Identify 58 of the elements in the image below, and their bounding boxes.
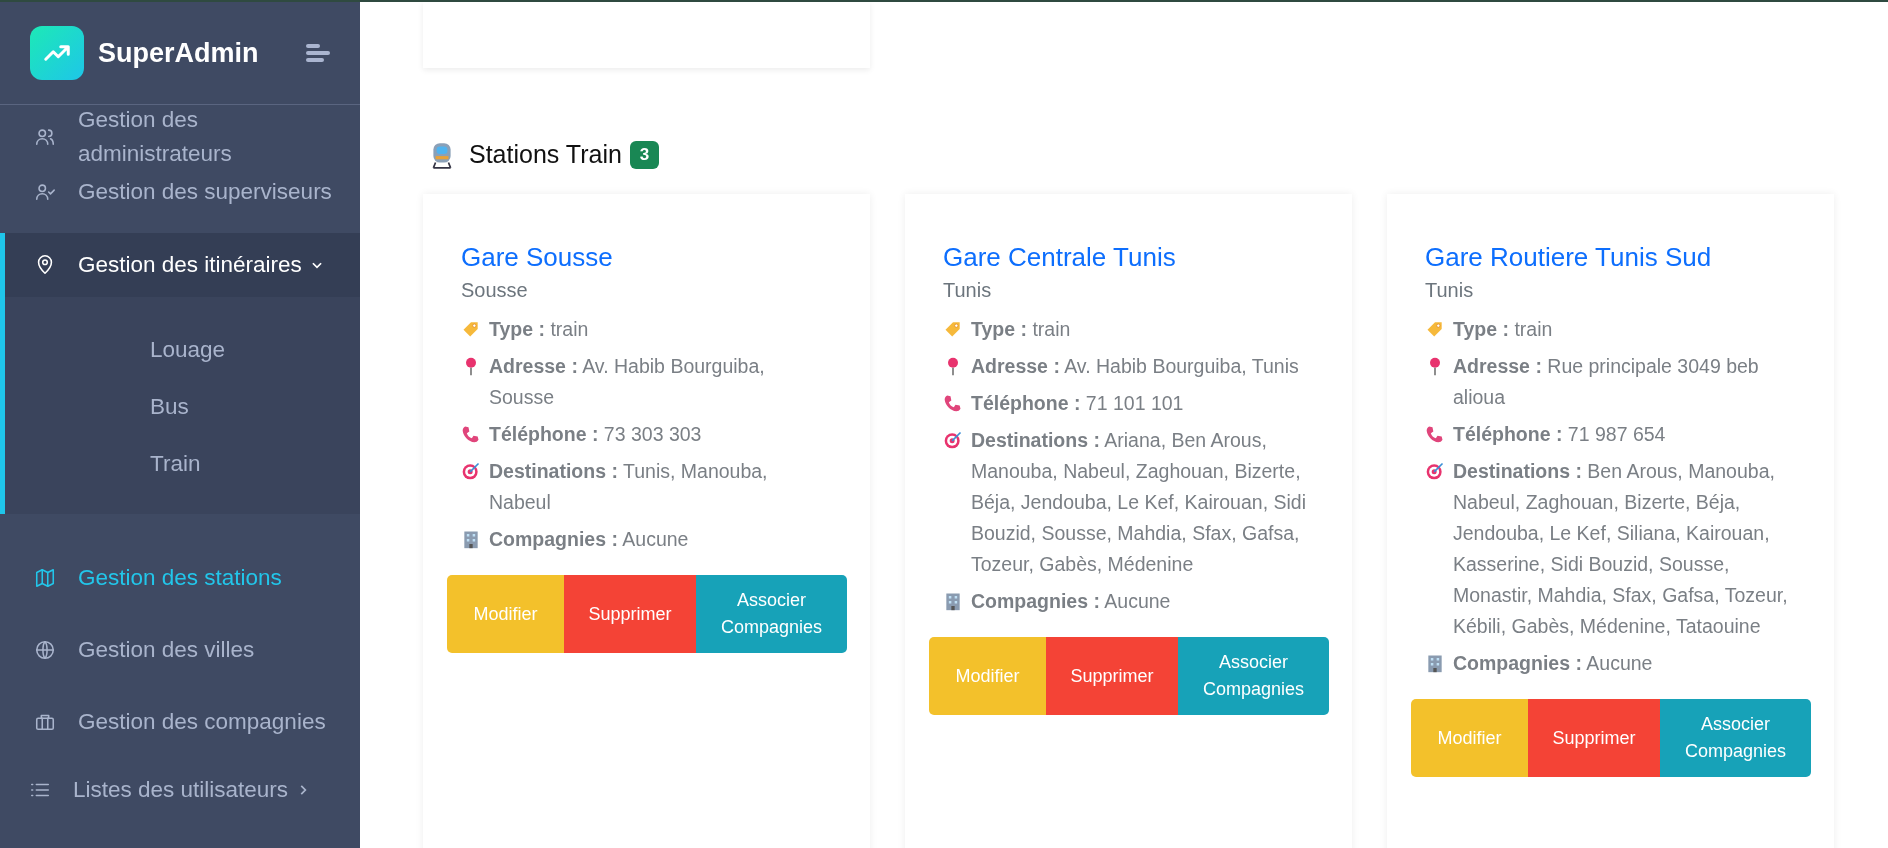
station-city: Tunis	[1425, 278, 1475, 303]
station-city: Sousse	[461, 278, 529, 303]
associate-button[interactable]: Associer Compagnies	[1177, 637, 1329, 715]
station-city: Tunis	[943, 278, 993, 303]
tag-icon	[461, 319, 481, 339]
users-icon	[34, 126, 56, 148]
station-name[interactable]: Gare Centrale Tunis	[943, 240, 1176, 274]
station-detail: Téléphone : 73 303 303	[489, 422, 703, 447]
menu-icon[interactable]	[306, 43, 332, 63]
delete-button[interactable]: Supprimer	[1528, 699, 1660, 777]
station-detail: Type : train	[1453, 317, 1554, 342]
station-detail: Compagnies : Aucune	[1453, 651, 1654, 676]
sidebar-item[interactable]: Listes des utilisateurs	[0, 758, 360, 822]
station-detail: Téléphone : 71 987 654	[1453, 422, 1667, 447]
map-icon	[34, 567, 56, 589]
target-icon	[461, 461, 481, 481]
brand-name: SuperAdmin	[98, 37, 260, 69]
office-building-icon	[1425, 653, 1445, 673]
section-title: Stations Train	[469, 140, 622, 169]
station-detail: Adresse : Av. Habib Bourguiba, Tunis	[971, 354, 1300, 379]
delete-button[interactable]: Supprimer	[564, 575, 696, 653]
globe-icon	[34, 639, 56, 661]
station-detail: Destinations : Tunis, Manouba, Nabeul	[489, 459, 769, 515]
sidebar-item[interactable]: Gestion des itinéraires	[5, 233, 360, 297]
phone-icon	[461, 424, 481, 444]
user-check-icon	[34, 181, 56, 203]
office-building-icon	[943, 591, 963, 611]
station-detail: Type : train	[489, 317, 590, 342]
associate-button[interactable]: Associer Compagnies	[695, 575, 847, 653]
station-detail: Destinations : Ben Arous, Manouba, Nabeul, Zaghouan, Bizerte, Béja, Jendouba, Le Kef, Siliana, Kairouan, Kasserine, Sidi Bouzid, Sousse, Monastir, Mahdia, Sfax, Gafsa, Tozeur, Kébili, Gabès, Médenine, Tataouine	[1453, 459, 1789, 639]
station-detail: Compagnies : Aucune	[971, 589, 1172, 614]
associate-button[interactable]: Associer Compagnies	[1659, 699, 1811, 777]
station-detail: Destinations : Ariana, Ben Arous, Manouba, Nabeul, Zaghouan, Bizerte, Béja, Jendouba, Le Kef, Kairouan, Sidi Bouzid, Sousse, Mahdia, Sfax, Gafsa, Tozeur, Gabès, Médenine	[971, 428, 1307, 577]
sidebar-item[interactable]: Gestion des compagnies	[0, 686, 360, 758]
sidebar-item[interactable]: Gestion des stations	[0, 542, 360, 614]
office-building-icon	[461, 529, 481, 549]
tag-icon	[1425, 319, 1445, 339]
target-icon	[943, 430, 963, 450]
submenu-item[interactable]: Bus	[5, 378, 360, 435]
submenu-item[interactable]: Louage	[5, 321, 360, 378]
sidebar-item[interactable]: Gestion des administrateurs	[0, 105, 360, 173]
station-name[interactable]: Gare Routiere Tunis Sud	[1425, 240, 1712, 274]
station-detail: Téléphone : 71 101 101	[971, 391, 1185, 416]
delete-button[interactable]: Supprimer	[1046, 637, 1178, 715]
station-detail: Compagnies : Aucune	[489, 527, 690, 552]
station-detail: Type : train	[971, 317, 1072, 342]
count-badge: 3	[629, 140, 660, 169]
tag-icon	[943, 319, 963, 339]
phone-icon	[943, 393, 963, 413]
station-detail: Adresse : Av. Habib Bourguiba, Sousse	[489, 354, 766, 410]
phone-icon	[1425, 424, 1445, 444]
submenu-item[interactable]: Train	[5, 435, 360, 492]
logo-icon	[30, 26, 84, 80]
target-icon	[1425, 461, 1445, 481]
station-name[interactable]: Gare Sousse	[461, 240, 613, 274]
sidebar-item[interactable]: Gestion des villes	[0, 614, 360, 686]
station-detail: Adresse : Rue principale 3049 beb alioua	[1453, 354, 1760, 410]
sidebar-item[interactable]: Gestion des superviseurs	[0, 173, 360, 211]
